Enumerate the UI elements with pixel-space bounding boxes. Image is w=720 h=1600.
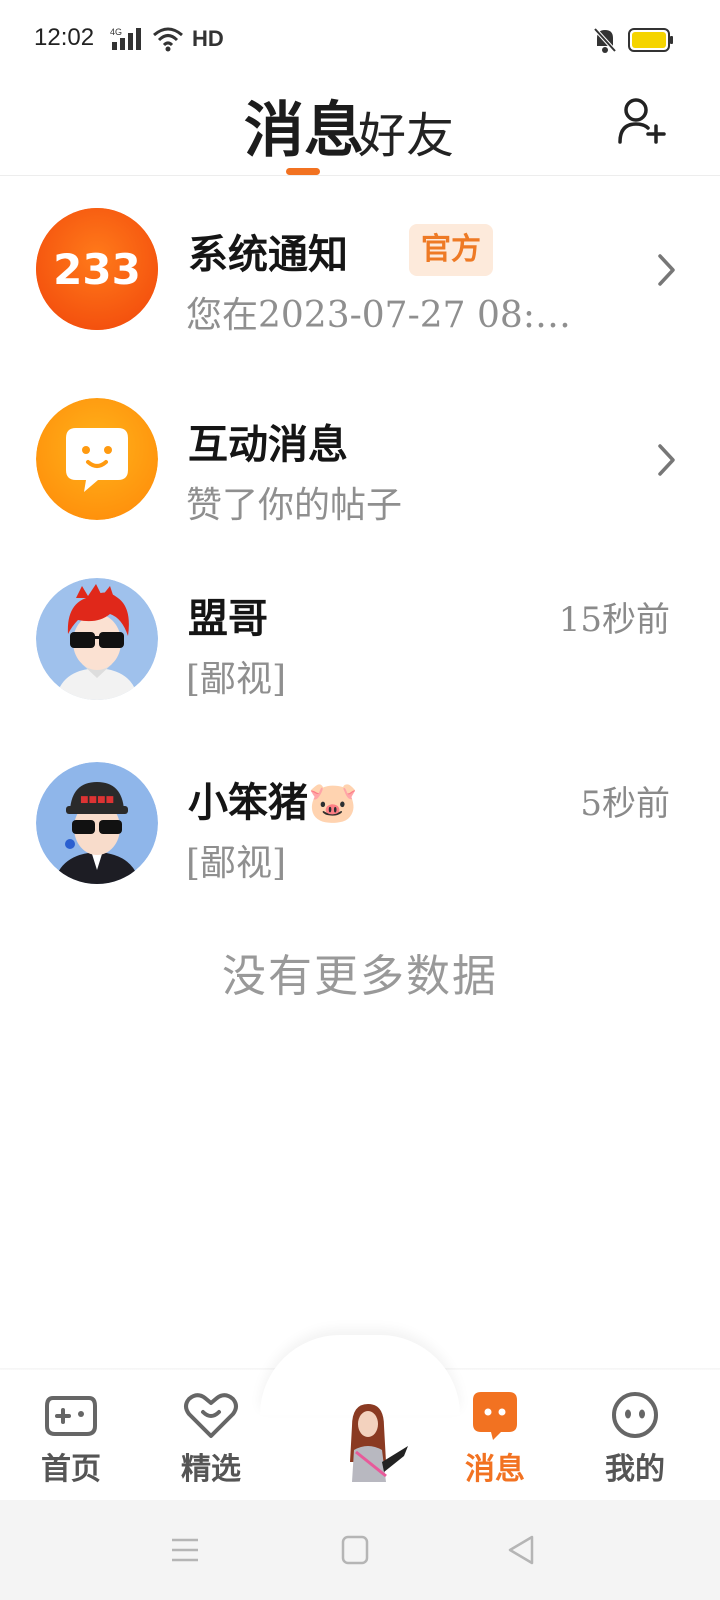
home-square-icon[interactable] [340,1534,370,1566]
wifi-icon [153,27,183,52]
system-nav-bar [0,1500,720,1600]
status-left-icons: 4G HD [110,26,224,52]
nav-center-character[interactable] [334,1402,410,1484]
message-time: 15秒前 [558,600,670,640]
active-tab-indicator [286,168,320,175]
user-avatar: ■■■■ [36,762,158,884]
status-time: 12:02 [34,24,95,51]
face-icon [612,1392,658,1438]
nav-home-label: 首页 [41,1452,101,1487]
smile-bubble-icon [36,398,158,520]
header: 消息 好友 [0,80,720,176]
conversation-row-user[interactable]: 盟哥 15秒前 [鄙视] [0,546,720,726]
conversation-preview: [鄙视] [186,659,287,700]
svg-text:■■■■: ■■■■ [80,795,114,805]
nav-home[interactable]: 首页 [26,1390,116,1488]
conversation-name: 小笨猪🐷 [188,779,358,826]
heart-chat-icon [184,1393,238,1438]
status-bar: 12:02 4G HD [0,0,720,80]
gamepad-icon [45,1396,97,1436]
nav-messages[interactable]: 消息 [450,1390,540,1488]
conversation-name: 盟哥 [188,595,268,642]
system-avatar: 233 [36,208,158,330]
conversation-row-user[interactable]: ■■■■ 小笨猪🐷 5秒前 [鄙视] [0,730,720,910]
interaction-avatar [36,398,158,520]
battery-icon [628,28,673,52]
conversation-row-system[interactable]: 233 系统通知 官方 您在2023-07-27 08:… [0,176,720,356]
conversation-preview: [鄙视] [186,843,287,884]
conversation-preview: 赞了你的帖子 [186,485,403,526]
user-avatar [36,578,158,700]
mute-bell-icon [593,27,617,53]
signal-icon: 4G [110,27,141,50]
logo-233-icon: 233 [36,208,158,330]
status-right-icons [592,26,674,54]
avatar-cap-boy-icon: ■■■■ [36,762,158,884]
menu-icon[interactable] [170,1534,200,1566]
chevron-right-icon [658,444,675,476]
list-end-text: 没有更多数据 [222,951,498,1002]
conversation-preview: 您在2023-07-27 08:… [186,295,571,336]
add-friend-icon[interactable] [618,96,668,146]
hd-indicator: HD [192,26,224,51]
nav-me-label: 我的 [605,1452,665,1487]
character-avatar-icon [350,1404,408,1482]
svg-text:233: 233 [53,245,141,294]
avatar-red-hair-icon [36,578,158,700]
chevron-right-icon [658,254,675,286]
message-bubble-icon [473,1392,517,1440]
nav-me[interactable]: 我的 [590,1390,680,1488]
nav-messages-label: 消息 [465,1452,525,1487]
nav-featured-label: 精选 [181,1452,241,1487]
conversation-name: 系统通知 [188,231,348,278]
tab-messages[interactable]: 消息 [244,82,364,169]
message-time: 5秒前 [580,784,670,824]
tab-friends[interactable]: 好友 [358,96,454,166]
official-badge: 官方 [409,224,493,276]
nav-featured[interactable]: 精选 [166,1390,256,1488]
conversation-row-interactions[interactable]: 互动消息 赞了你的帖子 [0,366,720,546]
svg-text:4G: 4G [110,27,122,37]
back-triangle-icon[interactable] [506,1534,536,1566]
conversation-name: 互动消息 [188,421,348,468]
